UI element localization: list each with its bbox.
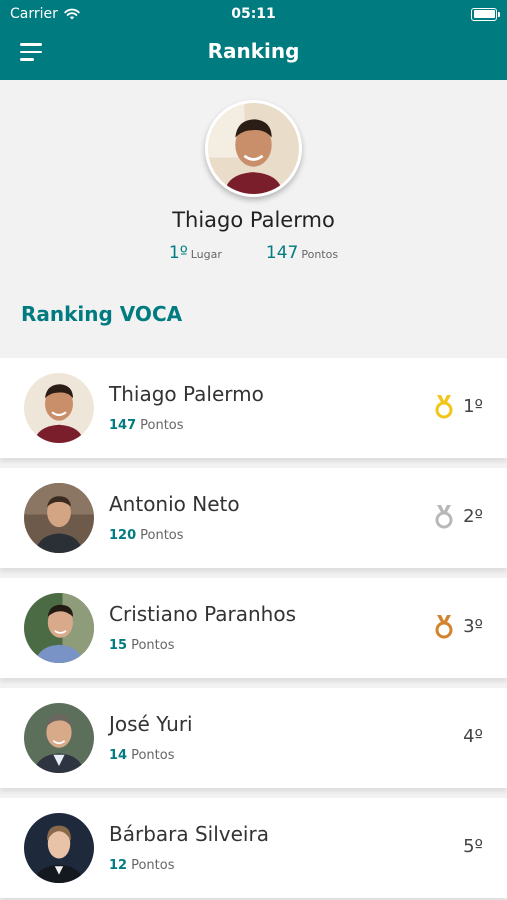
points-value: 147 xyxy=(265,243,299,263)
avatar xyxy=(24,593,94,663)
avatar xyxy=(24,703,94,773)
player-place: 4º xyxy=(463,726,483,747)
player-name: Cristiano Paranhos xyxy=(109,602,296,626)
section-title: Ranking VOCA xyxy=(21,302,183,326)
carrier-label: Carrier xyxy=(10,6,58,22)
place-value: 1º xyxy=(168,243,188,263)
player-place: 5º xyxy=(463,836,483,857)
battery-icon xyxy=(471,7,500,21)
player-name: Bárbara Silveira xyxy=(109,822,269,846)
gold-medal-icon xyxy=(435,395,453,419)
ranking-list: Thiago Palermo 147 Pontos 1º Antonio Neto… xyxy=(0,358,507,900)
profile-name: Thiago Palermo xyxy=(172,208,335,232)
player-place: 1º xyxy=(463,396,483,417)
page-title: Ranking xyxy=(207,39,300,63)
status-time: 05:11 xyxy=(231,6,276,22)
ranking-row[interactable]: Antonio Neto 120 Pontos 2º xyxy=(0,468,507,568)
player-points: 120 Pontos xyxy=(109,528,184,543)
avatar xyxy=(24,813,94,883)
player-place: 2º xyxy=(463,506,483,527)
app-header: Carrier 05:11 Ranking xyxy=(0,0,507,80)
points-stat: 147 Pontos xyxy=(266,243,338,263)
player-points: 15 Pontos xyxy=(109,638,175,653)
ranking-row[interactable]: Cristiano Paranhos 15 Pontos 3º xyxy=(0,578,507,678)
points-label: Pontos xyxy=(301,248,339,261)
place-label: Lugar xyxy=(190,248,222,261)
status-bar: Carrier 05:11 xyxy=(0,0,507,28)
profile-avatar[interactable] xyxy=(205,100,302,197)
profile-summary: Thiago Palermo 1º Lugar 147 Pontos Ranking… xyxy=(0,80,507,358)
player-points: 12 Pontos xyxy=(109,858,175,873)
wifi-icon xyxy=(64,8,80,20)
player-name: Antonio Neto xyxy=(109,492,240,516)
avatar xyxy=(24,483,94,553)
player-name: José Yuri xyxy=(109,712,193,736)
avatar xyxy=(24,373,94,443)
profile-stats: 1º Lugar 147 Pontos xyxy=(0,243,507,263)
player-place: 3º xyxy=(463,616,483,637)
avatar-image xyxy=(208,103,299,194)
ranking-row[interactable]: Bárbara Silveira 12 Pontos 5º xyxy=(0,798,507,898)
bronze-medal-icon xyxy=(435,615,453,639)
silver-medal-icon xyxy=(435,505,453,529)
ranking-row[interactable]: Thiago Palermo 147 Pontos 1º xyxy=(0,358,507,458)
place-stat: 1º Lugar xyxy=(169,243,222,263)
ranking-row[interactable]: José Yuri 14 Pontos 4º xyxy=(0,688,507,788)
player-points: 147 Pontos xyxy=(109,418,184,433)
player-points: 14 Pontos xyxy=(109,748,175,763)
player-name: Thiago Palermo xyxy=(109,382,264,406)
